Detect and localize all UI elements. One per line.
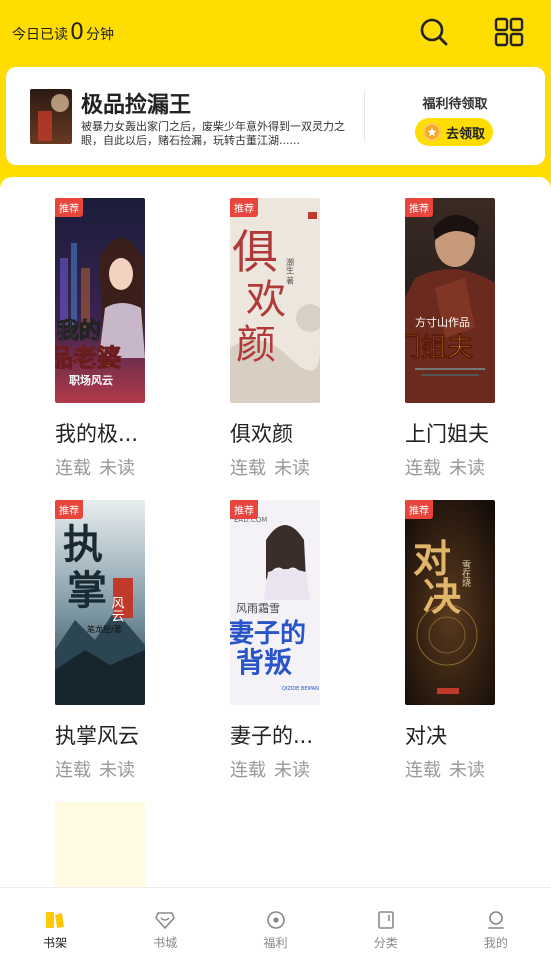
cover-text: 方寸山作品 <box>415 315 470 329</box>
recommend-badge: 推荐 <box>55 500 83 519</box>
cover-text: 背叛 <box>236 646 292 679</box>
recommend-badge: 推荐 <box>405 198 433 217</box>
cover-text: 执 <box>63 521 103 568</box>
read-status: 未读 <box>274 458 310 479</box>
recommend-badge: 推荐 <box>405 500 433 519</box>
read-status: 未读 <box>274 760 310 781</box>
tab-bookshelf[interactable]: 书架 <box>0 888 110 966</box>
book-status: 连载 未读 <box>55 756 135 782</box>
tab-welfare[interactable]: 福利 <box>220 888 330 966</box>
read-status: 未读 <box>449 760 485 781</box>
claim-button-label: 去领取 <box>446 126 486 142</box>
serial-status: 连载 <box>230 760 266 781</box>
book-cover[interactable]: 执 掌 风云 笔龙胆/著 推荐 <box>55 500 145 705</box>
category-icon <box>377 911 394 929</box>
read-status: 未读 <box>99 760 135 781</box>
grid-menu-icon[interactable] <box>493 16 525 48</box>
bottom-tab-bar: 书架 书城 福利 分类 我的 <box>0 887 551 966</box>
cover-text: 风云 <box>109 596 125 622</box>
book-status: 连载 未读 <box>230 454 310 480</box>
recommend-badge: 推荐 <box>230 198 258 217</box>
store-icon <box>155 912 176 929</box>
promo-card[interactable]: 极品捡漏王 被暴力女轰出家门之后，废柴少年意外得到一双灵力之眼，自此以后，赌石捡… <box>6 67 545 165</box>
book-title[interactable]: 对决 <box>405 720 447 750</box>
tab-store[interactable]: 书城 <box>110 888 220 966</box>
promo-divider <box>364 90 365 142</box>
recommend-badge: 推荐 <box>55 198 83 217</box>
reward-pending-label: 福利待领取 <box>422 97 488 112</box>
read-status: 未读 <box>99 458 135 479</box>
promo-book-title[interactable]: 极品捡漏王 <box>81 87 191 119</box>
serial-status: 连载 <box>55 458 91 479</box>
cover-text: 俱 <box>232 225 278 279</box>
reading-time: 今日已读 0 分钟 <box>12 22 114 44</box>
book-status: 连载 未读 <box>55 454 135 480</box>
promo-book-cover[interactable] <box>30 89 72 144</box>
tab-label: 福利 <box>263 936 288 950</box>
serial-status: 连载 <box>405 458 441 479</box>
book-title[interactable]: 执掌风云 <box>55 720 139 750</box>
welfare-icon <box>266 911 285 929</box>
header: 今日已读 0 分钟 <box>0 0 551 66</box>
book-title[interactable]: 我的极... <box>55 418 138 448</box>
tab-label: 我的 <box>483 936 508 950</box>
cover-text: 掌 <box>67 567 107 614</box>
add-book-placeholder[interactable] <box>55 802 145 887</box>
book-cover[interactable]: 方寸山作品 门姐夫 推荐 <box>405 198 495 403</box>
cover-text: 笔龙胆/著 <box>87 624 122 634</box>
tab-profile[interactable]: 我的 <box>441 888 551 966</box>
cover-text: 颜 <box>236 322 276 368</box>
cover-text: 潮生 著 <box>286 257 295 286</box>
tab-label: 书架 <box>43 936 68 950</box>
reading-time-prefix: 今日已读 <box>12 27 68 43</box>
recommend-badge: 推荐 <box>230 500 258 519</box>
book-title[interactable]: 上门姐夫 <box>405 418 489 448</box>
cover-text: 门姐夫 <box>405 333 474 363</box>
book-cover[interactable]: EAD.COM 风雨霜雪 妻子的 背叛 QIZIDE BEIPAN 推荐 <box>230 500 320 705</box>
promo-book-description: 被暴力女轰出家门之后，废柴少年意外得到一双灵力之眼，自此以后，赌石捡漏，玩转古董… <box>81 120 345 147</box>
coin-icon <box>423 123 441 141</box>
book-cover[interactable]: 我的 品老婆 职场风云 推荐 <box>55 198 145 403</box>
cover-text: 我的 <box>57 318 101 344</box>
claim-reward-button[interactable]: 去领取 <box>415 118 493 146</box>
cover-text: 雪在烧 <box>460 560 471 588</box>
search-icon[interactable] <box>418 16 450 48</box>
tab-category[interactable]: 分类 <box>331 888 441 966</box>
book-title[interactable]: 妻子的... <box>230 720 313 750</box>
serial-status: 连载 <box>55 760 91 781</box>
cover-text: 妻子的 <box>230 618 306 649</box>
bookshelf-grid: 我的 品老婆 职场风云 推荐 我的极... 连载 未读 俱 欢 颜 潮生 著 推荐 <box>0 177 551 887</box>
book-cover[interactable]: 对 决 雪在烧 推荐 <box>405 500 495 705</box>
cover-text: 决 <box>423 574 461 619</box>
cover-text: 风雨霜雪 <box>236 602 280 615</box>
cover-text: 职场风云 <box>69 373 113 387</box>
profile-icon <box>488 911 504 929</box>
book-status: 连载 未读 <box>230 756 310 782</box>
serial-status: 连载 <box>405 760 441 781</box>
tab-label: 书城 <box>153 936 178 950</box>
read-status: 未读 <box>449 458 485 479</box>
cover-text: QIZIDE BEIPAN <box>282 686 319 692</box>
cover-text: 欢 <box>246 277 286 323</box>
serial-status: 连载 <box>230 458 266 479</box>
book-status: 连载 未读 <box>405 756 485 782</box>
tab-label: 分类 <box>373 936 398 950</box>
book-title[interactable]: 俱欢颜 <box>230 418 293 448</box>
reading-time-minutes: 0 <box>70 20 84 45</box>
cover-text: 品老婆 <box>55 344 121 372</box>
bookshelf-icon <box>46 912 65 928</box>
book-cover[interactable]: 俱 欢 颜 潮生 著 推荐 <box>230 198 320 403</box>
book-status: 连载 未读 <box>405 454 485 480</box>
reading-time-suffix: 分钟 <box>86 27 114 43</box>
